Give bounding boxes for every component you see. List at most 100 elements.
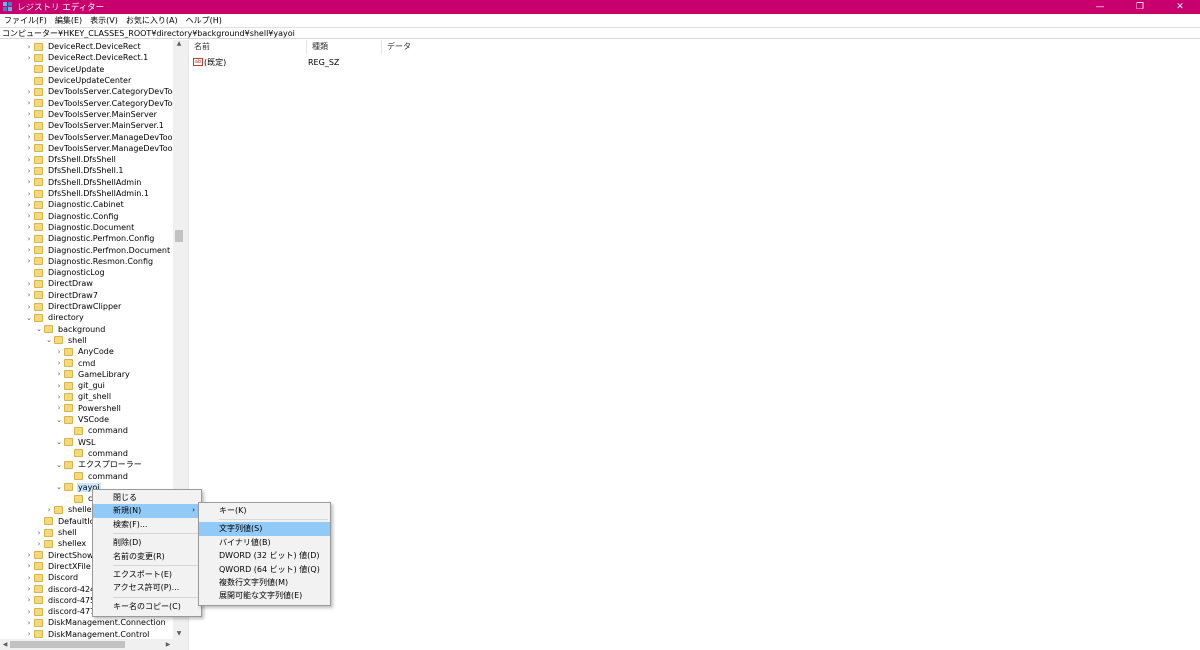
menu-favorites[interactable]: お気に入り(A) — [122, 15, 182, 26]
address-bar[interactable]: コンピューター¥HKEY_CLASSES_ROOT¥directory¥back… — [0, 27, 1200, 39]
tree-item[interactable]: › DevToolsServer.CategoryDevTools.1 — [24, 98, 184, 109]
expand-chevron-icon[interactable]: › — [54, 382, 64, 390]
tree-item[interactable]: › shellex — [34, 538, 87, 549]
tree-item[interactable]: command — [64, 425, 129, 436]
expand-chevron-icon[interactable]: › — [24, 88, 34, 96]
minimize-button[interactable]: — — [1080, 0, 1120, 14]
scroll-thumb-horizontal[interactable] — [10, 641, 125, 648]
menu-item[interactable]: キー名のコピー(C) — [93, 600, 201, 613]
expand-chevron-icon[interactable]: › — [24, 201, 34, 209]
collapse-chevron-icon[interactable]: ⌄ — [54, 416, 64, 424]
scroll-up-icon[interactable]: ▲ — [173, 40, 185, 50]
expand-chevron-icon[interactable]: › — [24, 257, 34, 265]
tree-item[interactable]: › DevToolsServer.MainServer.1 — [24, 120, 165, 131]
tree-item[interactable]: › DevToolsServer.ManageDevTools.1 — [24, 143, 184, 154]
expand-chevron-icon[interactable]: › — [24, 608, 34, 616]
menu-file[interactable]: ファイル(F) — [0, 15, 51, 26]
menu-item[interactable]: 文字列値(S) — [199, 522, 330, 536]
tree-item[interactable]: DeviceUpdate — [24, 64, 105, 75]
scroll-thumb[interactable] — [175, 230, 183, 242]
tree-item[interactable]: › AnyCode — [54, 346, 115, 357]
close-button[interactable]: ✕ — [1160, 0, 1200, 14]
tree-item[interactable]: › DevToolsServer.MainServer — [24, 109, 158, 120]
expand-chevron-icon[interactable]: › — [24, 144, 34, 152]
expand-chevron-icon[interactable]: › — [54, 370, 64, 378]
expand-chevron-icon[interactable]: › — [24, 223, 34, 231]
expand-chevron-icon[interactable]: › — [24, 585, 34, 593]
expand-chevron-icon[interactable]: › — [24, 212, 34, 220]
maximize-button[interactable]: ❐ — [1120, 0, 1160, 14]
tree-item[interactable]: › DirectDraw — [24, 278, 94, 289]
expand-chevron-icon[interactable]: › — [34, 529, 44, 537]
expand-chevron-icon[interactable]: › — [24, 246, 34, 254]
collapse-chevron-icon[interactable]: ⌄ — [54, 438, 64, 446]
collapse-chevron-icon[interactable]: ⌄ — [24, 314, 34, 322]
menu-item[interactable]: 名前の変更(R) — [93, 550, 201, 563]
column-data[interactable]: データ — [382, 40, 582, 54]
expand-chevron-icon[interactable]: › — [24, 562, 34, 570]
tree-item[interactable]: › Diagnostic.Config — [24, 211, 119, 222]
value-list[interactable]: 名前 種類 データ ab (既定) REG_SZ — [188, 40, 1200, 650]
tree-item[interactable]: › shellex — [44, 504, 97, 515]
tree-item[interactable]: › discord-4771 — [24, 606, 101, 617]
tree-item[interactable]: › Diagnostic.Cabinet — [24, 199, 125, 210]
tree-horizontal-scrollbar[interactable]: ◀ ▶ — [0, 639, 185, 650]
menu-view[interactable]: 表示(V) — [86, 15, 122, 26]
tree-item[interactable]: › discord-4750 — [24, 595, 101, 606]
value-row[interactable]: ab (既定) REG_SZ — [189, 56, 383, 68]
tree-item[interactable]: › DirectDrawClipper — [24, 301, 122, 312]
menu-item[interactable]: QWORD (64 ビット) 値(Q) — [199, 563, 330, 576]
tree-item[interactable]: › GameLibrary — [54, 369, 131, 380]
title-bar[interactable]: レジストリ エディター — ❐ ✕ — [0, 0, 1200, 14]
tree-item[interactable]: › DfsShell.DfsShell — [24, 154, 117, 165]
tree-item[interactable]: › DirectDraw7 — [24, 290, 99, 301]
tree-item[interactable]: › Diagnostic.Resmon.Config — [24, 256, 154, 267]
tree-item[interactable]: › Discord — [24, 572, 79, 583]
tree-item[interactable]: › DeviceRect.DeviceRect — [24, 41, 142, 52]
tree-item[interactable]: › Diagnostic.Perfmon.Config — [24, 233, 155, 244]
menu-edit[interactable]: 編集(E) — [51, 15, 86, 26]
tree-item[interactable]: › DevToolsServer.ManageDevTools — [24, 131, 180, 142]
collapse-chevron-icon[interactable]: ⌄ — [54, 483, 64, 491]
tree-item[interactable]: › cmd — [54, 357, 96, 368]
expand-chevron-icon[interactable]: › — [24, 122, 34, 130]
column-name[interactable]: 名前 — [189, 40, 307, 54]
tree-item[interactable]: ⌄ shell — [44, 335, 88, 346]
tree-item[interactable]: › DeviceRect.DeviceRect.1 — [24, 52, 149, 63]
scroll-right-icon[interactable]: ▶ — [163, 639, 173, 650]
expand-chevron-icon[interactable]: › — [24, 167, 34, 175]
expand-chevron-icon[interactable]: › — [24, 54, 34, 62]
tree-item[interactable]: › DirectXFile — [24, 561, 92, 572]
collapse-chevron-icon[interactable]: ⌄ — [34, 325, 44, 333]
menu-item[interactable]: エクスポート(E) — [93, 568, 201, 581]
expand-chevron-icon[interactable]: › — [24, 43, 34, 51]
expand-chevron-icon[interactable]: › — [24, 110, 34, 118]
collapse-chevron-icon[interactable]: ⌄ — [54, 461, 64, 469]
expand-chevron-icon[interactable]: › — [24, 291, 34, 299]
scroll-left-icon[interactable]: ◀ — [0, 639, 10, 650]
expand-chevron-icon[interactable]: › — [54, 393, 64, 401]
expand-chevron-icon[interactable]: › — [24, 133, 34, 141]
expand-chevron-icon[interactable]: › — [24, 574, 34, 582]
tree-item[interactable]: › DevToolsServer.CategoryDevTools — [24, 86, 184, 97]
expand-chevron-icon[interactable]: › — [24, 630, 34, 638]
tree-item[interactable]: command — [64, 448, 129, 459]
expand-chevron-icon[interactable]: › — [54, 404, 64, 412]
tree-item[interactable]: › Diagnostic.Document — [24, 222, 135, 233]
tree-item[interactable]: › DfsShell.DfsShellAdmin — [24, 177, 142, 188]
expand-chevron-icon[interactable]: › — [24, 596, 34, 604]
tree-item[interactable]: ⌄ directory — [24, 312, 85, 323]
collapse-chevron-icon[interactable]: ⌄ — [44, 336, 54, 344]
expand-chevron-icon[interactable]: › — [24, 235, 34, 243]
tree-item[interactable]: DeviceUpdateCenter — [24, 75, 132, 86]
tree-item[interactable]: ⌄ VSCode — [54, 414, 110, 425]
tree-item[interactable]: ⌄ WSL — [54, 437, 96, 448]
expand-chevron-icon[interactable]: › — [24, 99, 34, 107]
menu-item[interactable]: 展開可能な文字列値(E) — [199, 589, 330, 602]
tree-item[interactable]: › git_shell — [54, 391, 112, 402]
column-type[interactable]: 種類 — [307, 40, 382, 54]
menu-item[interactable]: 削除(D) — [93, 536, 201, 549]
tree-item[interactable]: › discord-4240 — [24, 583, 101, 594]
menu-item[interactable]: DWORD (32 ビット) 値(D) — [199, 549, 330, 562]
menu-item[interactable]: アクセス許可(P)... — [93, 581, 201, 594]
